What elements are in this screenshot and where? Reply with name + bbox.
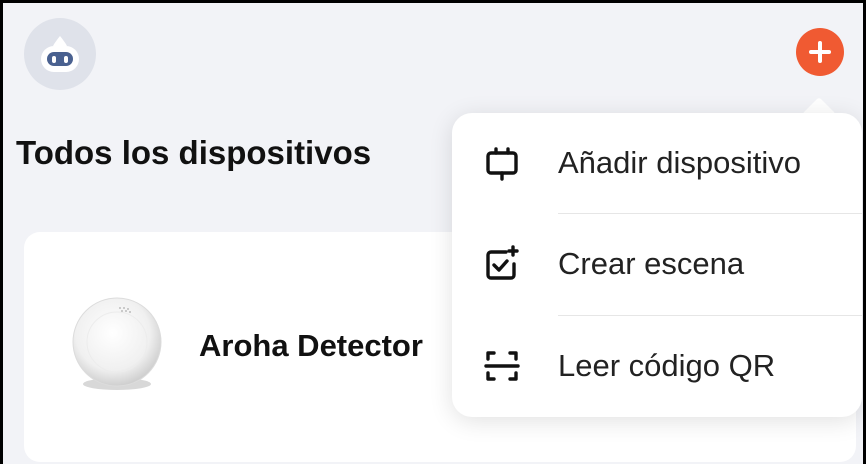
smoke-detector-device [72, 297, 162, 390]
page-title: Todos los dispositivos [16, 134, 372, 171]
robot-face-icon [41, 36, 79, 72]
create-scene-icon [482, 244, 522, 284]
menu-item-scan-qr[interactable]: Leer código QR [452, 316, 862, 416]
add-device-icon [482, 143, 522, 183]
menu-item-label: Añadir dispositivo [558, 145, 801, 180]
device-name: Aroha Detector [199, 328, 423, 363]
add-button[interactable] [796, 28, 844, 76]
menu-item-create-scene[interactable]: Crear escena [452, 214, 862, 314]
plus-icon [809, 41, 831, 63]
qr-scan-icon [482, 346, 522, 386]
add-popup-menu: Añadir dispositivo Crear escena Leer cód… [452, 113, 862, 417]
menu-item-label: Crear escena [558, 246, 745, 281]
avatar[interactable] [24, 18, 96, 90]
menu-item-add-device[interactable]: Añadir dispositivo [452, 113, 862, 213]
menu-item-label: Leer código QR [558, 348, 776, 383]
